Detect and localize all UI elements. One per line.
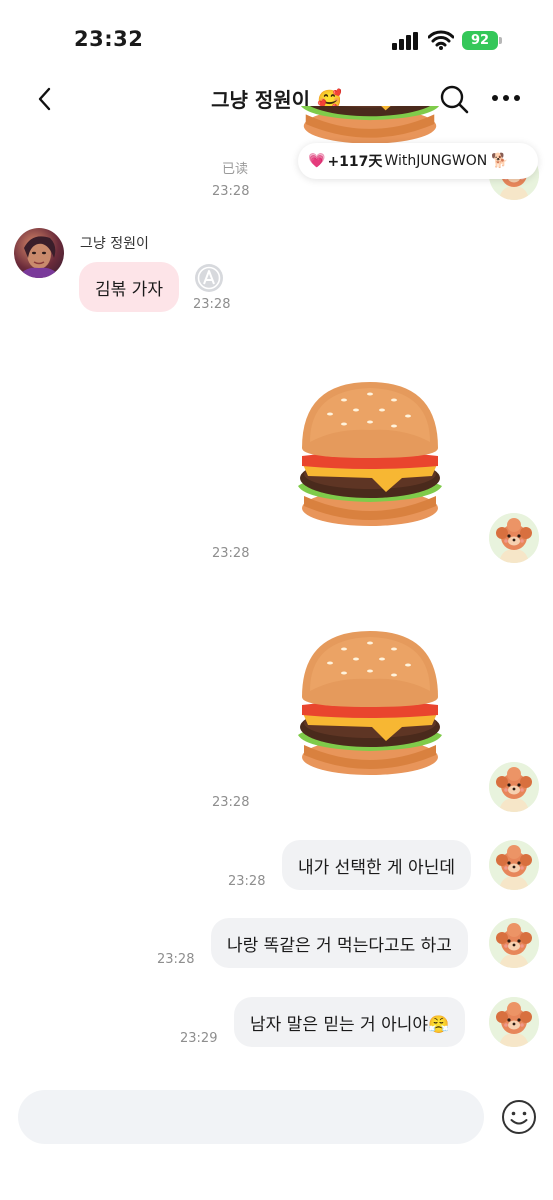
message-time: 23:28	[157, 952, 195, 967]
message-time: 23:28	[212, 546, 250, 561]
emoji-icon[interactable]	[500, 1098, 538, 1136]
message-text: 남자 말은 믿는 거 아니야😤	[250, 1014, 450, 1035]
my-avatar[interactable]	[489, 918, 539, 968]
message-time: 23:28	[212, 184, 250, 199]
my-avatar[interactable]	[489, 840, 539, 890]
dog-icon: 🐕	[491, 153, 509, 169]
message-text: 내가 선택한 게 아닌데	[298, 857, 455, 878]
my-avatar[interactable]	[489, 513, 539, 563]
chat-header: 그냥 정원이 🥰	[0, 70, 553, 128]
my-avatar[interactable]	[489, 997, 539, 1047]
wifi-icon	[428, 30, 454, 50]
status-time: 23:32	[74, 27, 144, 51]
battery-tip	[499, 37, 502, 44]
my-avatar[interactable]	[489, 762, 539, 812]
sender-name: 그냥 정원이	[80, 236, 149, 252]
anniversary-banner[interactable]: 💗 +117天 WithJUNGWON 🐕	[298, 143, 538, 179]
chat-title: 그냥 정원이 🥰	[211, 88, 342, 112]
status-bar: 23:32 92	[0, 0, 553, 80]
message-time: 23:28	[228, 874, 266, 889]
banner-days: +117天	[327, 154, 383, 170]
message-time: 23:28	[212, 795, 250, 810]
read-receipt: 已读	[222, 162, 249, 177]
partner-avatar[interactable]	[14, 228, 64, 278]
message-bubble-outgoing[interactable]: 나랑 똑같은 거 먹는다고도 하고	[211, 918, 468, 968]
burger-sticker[interactable]	[294, 378, 446, 528]
message-time: 23:29	[180, 1031, 218, 1046]
burger-sticker[interactable]	[294, 627, 446, 777]
battery-indicator: 92	[462, 31, 502, 50]
banner-label: WithJUNGWON	[384, 153, 488, 169]
message-time: 23:28	[193, 297, 231, 312]
message-bubble-outgoing[interactable]: 내가 선택한 게 아닌데	[282, 840, 471, 890]
message-text: 김볶 가자	[95, 279, 163, 300]
battery-level: 92	[470, 33, 490, 48]
cellular-signal-icon	[392, 32, 418, 50]
message-bubble-incoming[interactable]: 김볶 가자	[79, 262, 179, 312]
burger-sticker-partial[interactable]	[296, 106, 444, 146]
message-bubble-outgoing[interactable]: 남자 말은 믿는 거 아니야😤	[234, 997, 466, 1047]
translate-icon[interactable]	[193, 262, 225, 294]
heart-icon: 💗	[308, 153, 326, 169]
message-text: 나랑 똑같은 거 먹는다고도 하고	[227, 935, 452, 956]
more-options-icon[interactable]	[490, 90, 522, 106]
message-input[interactable]	[18, 1090, 484, 1144]
